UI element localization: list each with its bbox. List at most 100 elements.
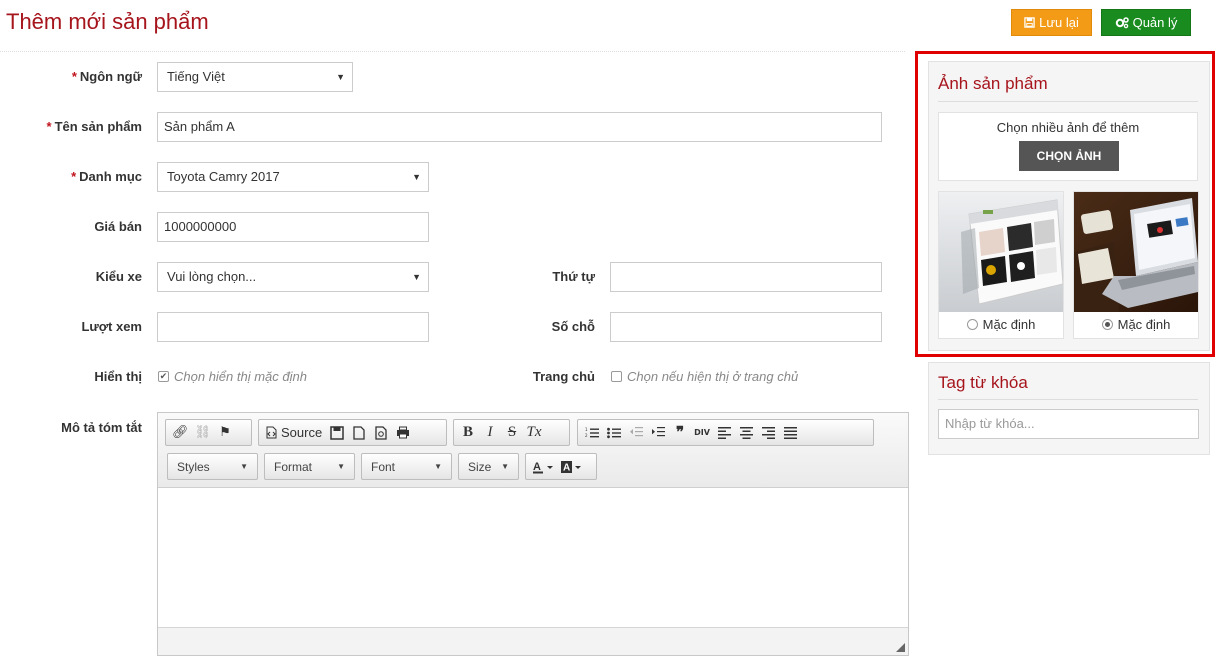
preview-icon[interactable] <box>370 422 392 443</box>
styles-combo-label: Styles <box>177 459 210 474</box>
car-type-select-value: Vui lòng chọn... <box>167 269 257 284</box>
align-justify-icon[interactable] <box>779 422 801 443</box>
save-doc-icon[interactable] <box>326 422 348 443</box>
order-label: Thứ tự <box>552 269 595 284</box>
resize-handle-icon[interactable] <box>896 643 905 652</box>
language-select-value: Tiếng Việt <box>167 69 225 84</box>
save-button[interactable]: Lưu lại <box>1011 9 1092 36</box>
car-type-select[interactable]: Vui lòng chọn... ▼ <box>157 262 429 292</box>
chevron-down-icon: ▼ <box>240 462 248 471</box>
header-divider <box>0 51 905 52</box>
text-color-icon[interactable]: A <box>529 456 557 477</box>
language-label-text: Ngôn ngữ <box>79 69 142 84</box>
font-combo[interactable]: Font ▼ <box>361 453 452 480</box>
homepage-label: Trang chủ <box>532 369 595 384</box>
views-input[interactable] <box>157 312 429 342</box>
svg-text:A: A <box>563 462 570 473</box>
save-icon <box>1024 17 1035 28</box>
gears-icon <box>1115 16 1129 28</box>
print-icon[interactable] <box>392 422 414 443</box>
highlight-frame <box>915 51 1215 357</box>
rich-text-editor: 🔗︎ ⛓︎ ⚑ Source B I S Tx 12 ❞ DIV Styles … <box>157 412 909 656</box>
category-select-value: Toyota Camry 2017 <box>167 169 280 184</box>
manage-button-label: Quản lý <box>1132 15 1178 30</box>
dropdown-arrow-icon: ▼ <box>412 272 421 282</box>
toolbar-group-colors: A A <box>525 453 597 480</box>
manage-button[interactable]: Quản lý <box>1101 9 1191 36</box>
dropdown-arrow-icon: ▼ <box>412 172 421 182</box>
outdent-icon[interactable] <box>625 422 647 443</box>
seats-input[interactable] <box>610 312 882 342</box>
editor-content-area[interactable] <box>158 488 908 628</box>
toolbar-group-paragraph: 12 ❞ DIV <box>577 419 874 446</box>
display-checkbox[interactable]: ✔ Chọn hiển thị mặc định <box>158 369 307 384</box>
background-color-icon[interactable]: A <box>557 456 585 477</box>
order-input[interactable] <box>610 262 882 292</box>
display-checkbox-label: Chọn hiển thị mặc định <box>174 369 307 384</box>
car-type-label: Kiểu xe <box>95 269 142 284</box>
anchor-flag-icon[interactable]: ⚑ <box>214 422 236 443</box>
svg-text:1: 1 <box>585 427 588 432</box>
new-page-icon[interactable] <box>348 422 370 443</box>
blockquote-icon[interactable]: ❞ <box>669 422 691 443</box>
clear-format-button[interactable]: Tx <box>523 422 545 443</box>
format-combo-label: Format <box>274 459 313 474</box>
summary-label: Mô tả tóm tắt <box>61 420 142 435</box>
numbered-list-icon[interactable]: 12 <box>581 422 603 443</box>
category-label: * Danh mục <box>2 169 142 184</box>
product-name-label: * Tên sản phẩm <box>2 119 142 134</box>
tag-keyword-input[interactable]: Nhập từ khóa... <box>938 409 1199 439</box>
align-right-icon[interactable] <box>757 422 779 443</box>
chevron-down-icon: ▼ <box>501 462 509 471</box>
svg-text:2: 2 <box>585 433 588 438</box>
homepage-checkbox[interactable]: Chọn nếu hiện thị ở trang chủ <box>611 369 798 384</box>
align-left-icon[interactable] <box>713 422 735 443</box>
required-mark: * <box>46 119 52 134</box>
category-label-text: Danh mục <box>79 169 142 184</box>
toolbar-group-links: 🔗︎ ⛓︎ ⚑ <box>165 419 252 446</box>
font-combo-label: Font <box>371 459 396 474</box>
bulleted-list-icon[interactable] <box>603 422 625 443</box>
format-combo[interactable]: Format ▼ <box>264 453 355 480</box>
chevron-down-icon: ▼ <box>434 462 442 471</box>
size-combo-label: Size <box>468 459 492 474</box>
italic-button[interactable]: I <box>479 422 501 443</box>
required-mark: * <box>71 169 77 184</box>
product-name-label-text: Tên sản phẩm <box>54 119 142 134</box>
chevron-down-icon: ▼ <box>337 462 345 471</box>
product-name-input[interactable]: Sản phẩm A <box>157 112 882 142</box>
editor-toolbar: 🔗︎ ⛓︎ ⚑ Source B I S Tx 12 ❞ DIV Styles … <box>158 413 908 488</box>
price-input[interactable]: 1000000000 <box>157 212 429 242</box>
save-button-label: Lưu lại <box>1039 15 1079 30</box>
category-select[interactable]: Toyota Camry 2017 ▼ <box>157 162 429 192</box>
checkbox-unchecked-icon[interactable] <box>611 371 622 382</box>
language-select[interactable]: Tiếng Việt ▼ <box>157 62 353 92</box>
toolbar-group-basic-styles: B I S Tx <box>453 419 570 446</box>
link-icon[interactable]: 🔗︎ <box>169 422 192 443</box>
views-label: Lượt xem <box>81 319 142 334</box>
size-combo[interactable]: Size ▼ <box>458 453 519 480</box>
language-label: * Ngôn ngữ <box>2 69 142 84</box>
tags-title: Tag từ khóa <box>938 373 1028 392</box>
source-button-label: Source <box>281 425 323 440</box>
required-mark: * <box>71 69 77 84</box>
unlink-icon[interactable]: ⛓︎ <box>192 422 215 443</box>
page-title: Thêm mới sản phẩm <box>6 9 209 34</box>
price-label: Giá bán <box>94 219 142 234</box>
bold-button[interactable]: B <box>457 422 479 443</box>
source-button[interactable]: Source <box>262 422 326 443</box>
checkbox-checked-icon[interactable]: ✔ <box>158 371 169 382</box>
strikethrough-button[interactable]: S <box>501 422 523 443</box>
div-container-icon[interactable]: DIV <box>691 422 713 443</box>
tags-panel: Tag từ khóa Nhập từ khóa... <box>928 362 1210 455</box>
dropdown-arrow-icon: ▼ <box>336 72 345 82</box>
seats-label: Số chỗ <box>551 319 595 334</box>
align-center-icon[interactable] <box>735 422 757 443</box>
toolbar-group-document: Source <box>258 419 447 446</box>
panel-divider <box>938 399 1198 400</box>
svg-text:A: A <box>533 461 541 473</box>
styles-combo[interactable]: Styles ▼ <box>167 453 258 480</box>
display-label: Hiển thị <box>94 369 142 384</box>
homepage-checkbox-label: Chọn nếu hiện thị ở trang chủ <box>627 369 799 384</box>
indent-icon[interactable] <box>647 422 669 443</box>
